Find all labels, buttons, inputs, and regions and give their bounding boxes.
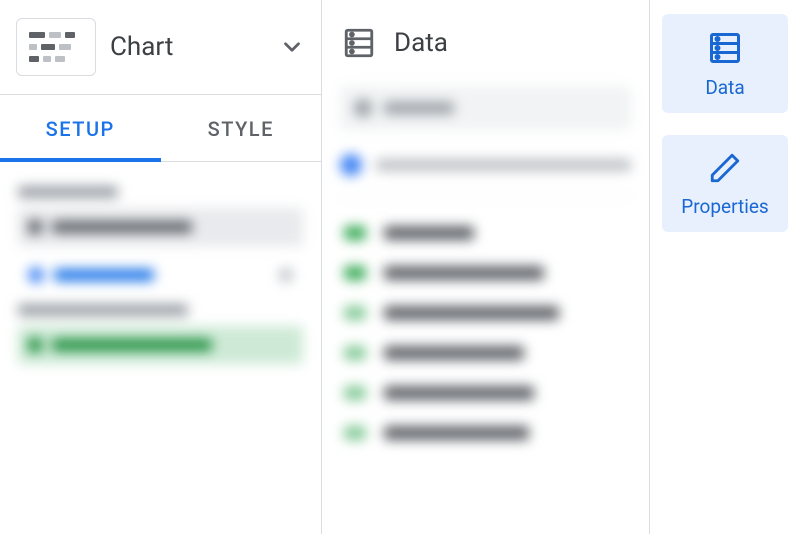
- date-range-dimension-chip[interactable]: [18, 326, 303, 364]
- chevron-down-icon: [279, 34, 305, 60]
- chart-thumbnail-table-icon: [16, 18, 96, 76]
- chart-type-selector[interactable]: Chart: [0, 0, 321, 95]
- tab-setup[interactable]: SETUP: [0, 95, 161, 161]
- section-label: [18, 186, 118, 198]
- field-search-input[interactable]: [340, 86, 631, 130]
- tab-style[interactable]: STYLE: [161, 95, 322, 161]
- data-panel-title: Data: [394, 28, 448, 58]
- field-item[interactable]: [340, 413, 631, 453]
- data-icon: [707, 30, 743, 66]
- setup-panel-content: [0, 162, 321, 534]
- rail-tab-data[interactable]: Data: [662, 14, 788, 113]
- field-item[interactable]: [340, 333, 631, 373]
- rail-tab-properties[interactable]: Properties: [662, 135, 788, 232]
- data-source-row[interactable]: [340, 154, 631, 197]
- config-tabs: SETUP STYLE: [0, 95, 321, 162]
- data-fields-panel: [322, 86, 649, 534]
- blend-data-button[interactable]: [18, 256, 303, 294]
- rail-tab-label: Properties: [681, 195, 768, 218]
- section-label: [18, 304, 188, 316]
- data-panel-header: Data: [322, 0, 649, 86]
- field-item[interactable]: [340, 373, 631, 413]
- pencil-icon: [708, 151, 742, 185]
- field-item[interactable]: [340, 293, 631, 333]
- search-icon: [354, 99, 372, 117]
- data-source-chip[interactable]: [18, 208, 303, 246]
- chart-type-label: Chart: [110, 32, 265, 62]
- field-item[interactable]: [340, 253, 631, 293]
- rail-tab-label: Data: [705, 76, 744, 99]
- data-source-icon: [342, 26, 376, 60]
- field-item[interactable]: [340, 213, 631, 253]
